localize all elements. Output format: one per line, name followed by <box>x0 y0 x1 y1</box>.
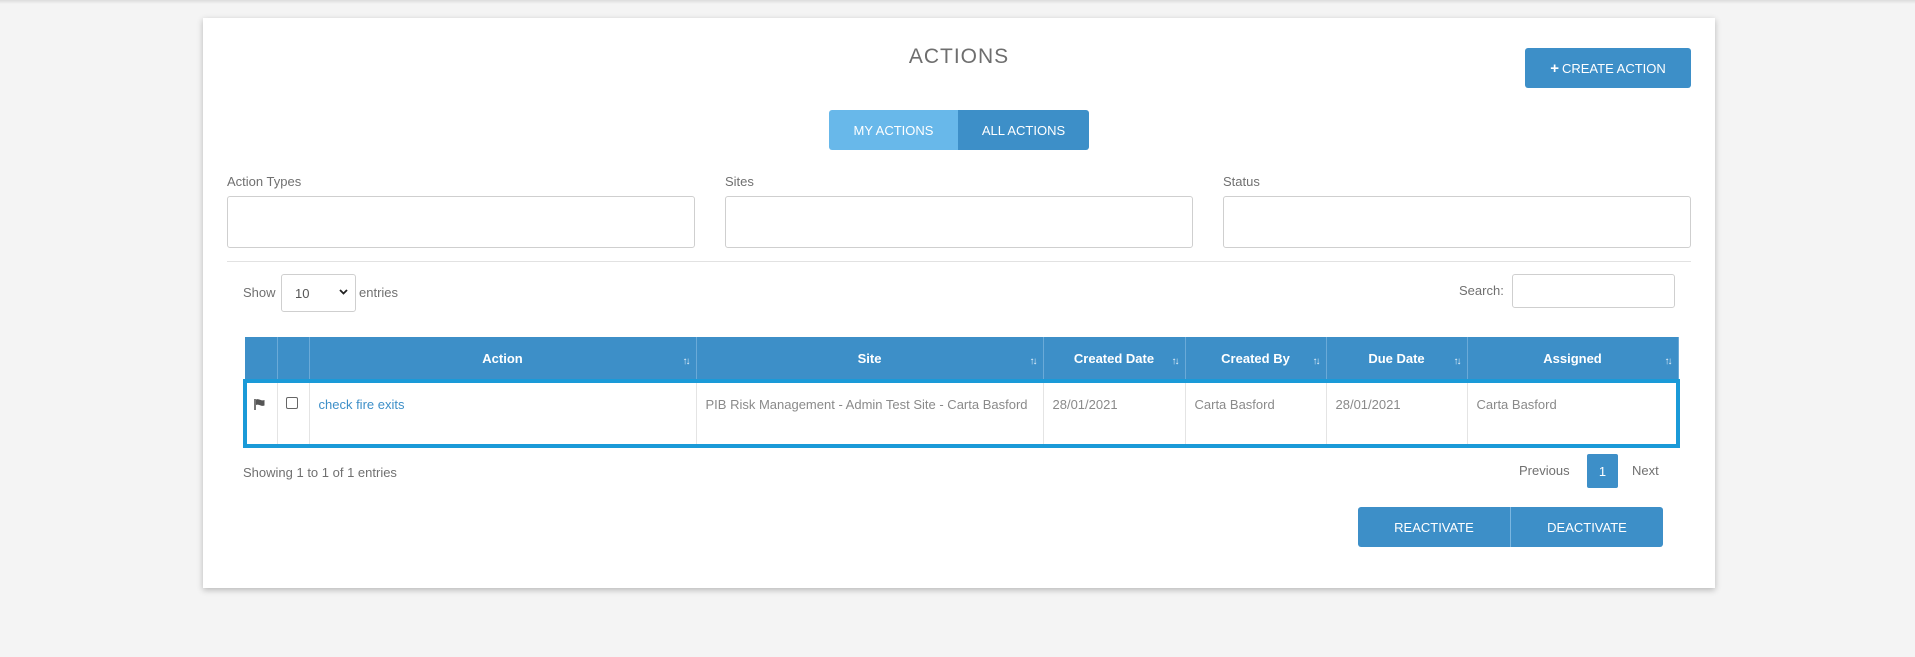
all-actions-tab[interactable]: ALL ACTIONS <box>958 110 1089 150</box>
sort-icon: ↑↓ <box>1312 356 1321 367</box>
status-select[interactable] <box>1223 196 1691 248</box>
pagination-next[interactable]: Next <box>1632 463 1659 478</box>
column-header-site[interactable]: Site ↑↓ <box>696 337 1044 381</box>
column-header-assigned[interactable]: Assigned ↑↓ <box>1467 337 1679 381</box>
pagination-previous[interactable]: Previous <box>1519 463 1570 478</box>
action-types-select[interactable] <box>227 196 695 248</box>
table-row[interactable]: check fire exits PIB Risk Management - A… <box>243 379 1680 448</box>
deactivate-button[interactable]: DEACTIVATE <box>1511 507 1663 547</box>
create-action-button[interactable]: + CREATE ACTION <box>1525 48 1691 88</box>
create-action-label: CREATE ACTION <box>1561 60 1666 76</box>
column-header-label: Assigned <box>1543 350 1602 366</box>
my-actions-tab[interactable]: MY ACTIONS <box>829 110 958 150</box>
status-label: Status <box>1223 174 1260 189</box>
column-header-action[interactable]: Action ↑↓ <box>309 337 697 381</box>
sort-icon: ↑↓ <box>1664 356 1673 367</box>
plus-icon: + <box>1550 59 1559 77</box>
assigned-cell: Carta Basford <box>1467 379 1680 448</box>
column-header-due-date[interactable]: Due Date ↑↓ <box>1326 337 1468 381</box>
column-header-created-date[interactable]: Created Date ↑↓ <box>1043 337 1186 381</box>
chevron-down-icon <box>339 289 348 295</box>
actions-toggle: MY ACTIONS ALL ACTIONS <box>829 110 1089 150</box>
select-cell <box>277 379 310 448</box>
sort-icon: ↑↓ <box>682 356 691 367</box>
divider <box>227 261 1691 262</box>
entries-label: entries <box>359 285 399 300</box>
actions-table: Action ↑↓ Site ↑↓ Created Date ↑↓ Created B… <box>243 337 1680 448</box>
action-cell: check fire exits <box>309 379 697 448</box>
column-header-label: Site <box>857 350 882 366</box>
action-types-label: Action Types <box>227 174 302 189</box>
search-label: Search: <box>1459 283 1504 298</box>
column-header-label: Due Date <box>1368 350 1425 366</box>
sort-icon: ↑↓ <box>1453 356 1462 367</box>
sites-label: Sites <box>725 174 754 189</box>
table-info: Showing 1 to 1 of 1 entries <box>243 465 397 480</box>
column-header-label: Created Date <box>1073 350 1155 366</box>
entries-length-select[interactable]: 10 <box>281 274 356 312</box>
table-header-row: Action ↑↓ Site ↑↓ Created Date ↑↓ Created B… <box>245 337 1679 381</box>
pagination-page-1[interactable]: 1 <box>1587 454 1618 488</box>
reactivate-button[interactable]: REACTIVATE <box>1358 507 1511 547</box>
search-input[interactable] <box>1512 274 1675 308</box>
show-label: Show <box>243 285 276 300</box>
bulk-actions: REACTIVATE DEACTIVATE <box>1358 507 1663 547</box>
column-header-label: Action <box>482 350 523 366</box>
column-header-select <box>277 337 310 381</box>
flag-cell <box>243 379 278 448</box>
column-header-flag <box>245 337 278 381</box>
column-header-created-by[interactable]: Created By ↑↓ <box>1185 337 1327 381</box>
page-title: ACTIONS <box>908 45 1010 68</box>
sites-select[interactable] <box>725 196 1193 248</box>
actions-panel: ACTIONS + CREATE ACTION MY ACTIONS ALL A… <box>203 18 1715 588</box>
site-cell: PIB Risk Management - Admin Test Site - … <box>696 379 1044 448</box>
top-shadow <box>0 0 1915 4</box>
entries-length-value: 10 <box>295 285 310 301</box>
created-by-cell: Carta Basford <box>1185 379 1327 448</box>
action-link[interactable]: check fire exits <box>319 397 405 412</box>
sort-icon: ↑↓ <box>1171 356 1180 367</box>
created-date-cell: 28/01/2021 <box>1043 379 1186 448</box>
sort-icon: ↑↓ <box>1029 356 1038 367</box>
flag-icon[interactable] <box>253 398 266 411</box>
due-date-cell: 28/01/2021 <box>1326 379 1468 448</box>
row-checkbox[interactable] <box>285 397 298 409</box>
column-header-label: Created By <box>1221 350 1290 366</box>
